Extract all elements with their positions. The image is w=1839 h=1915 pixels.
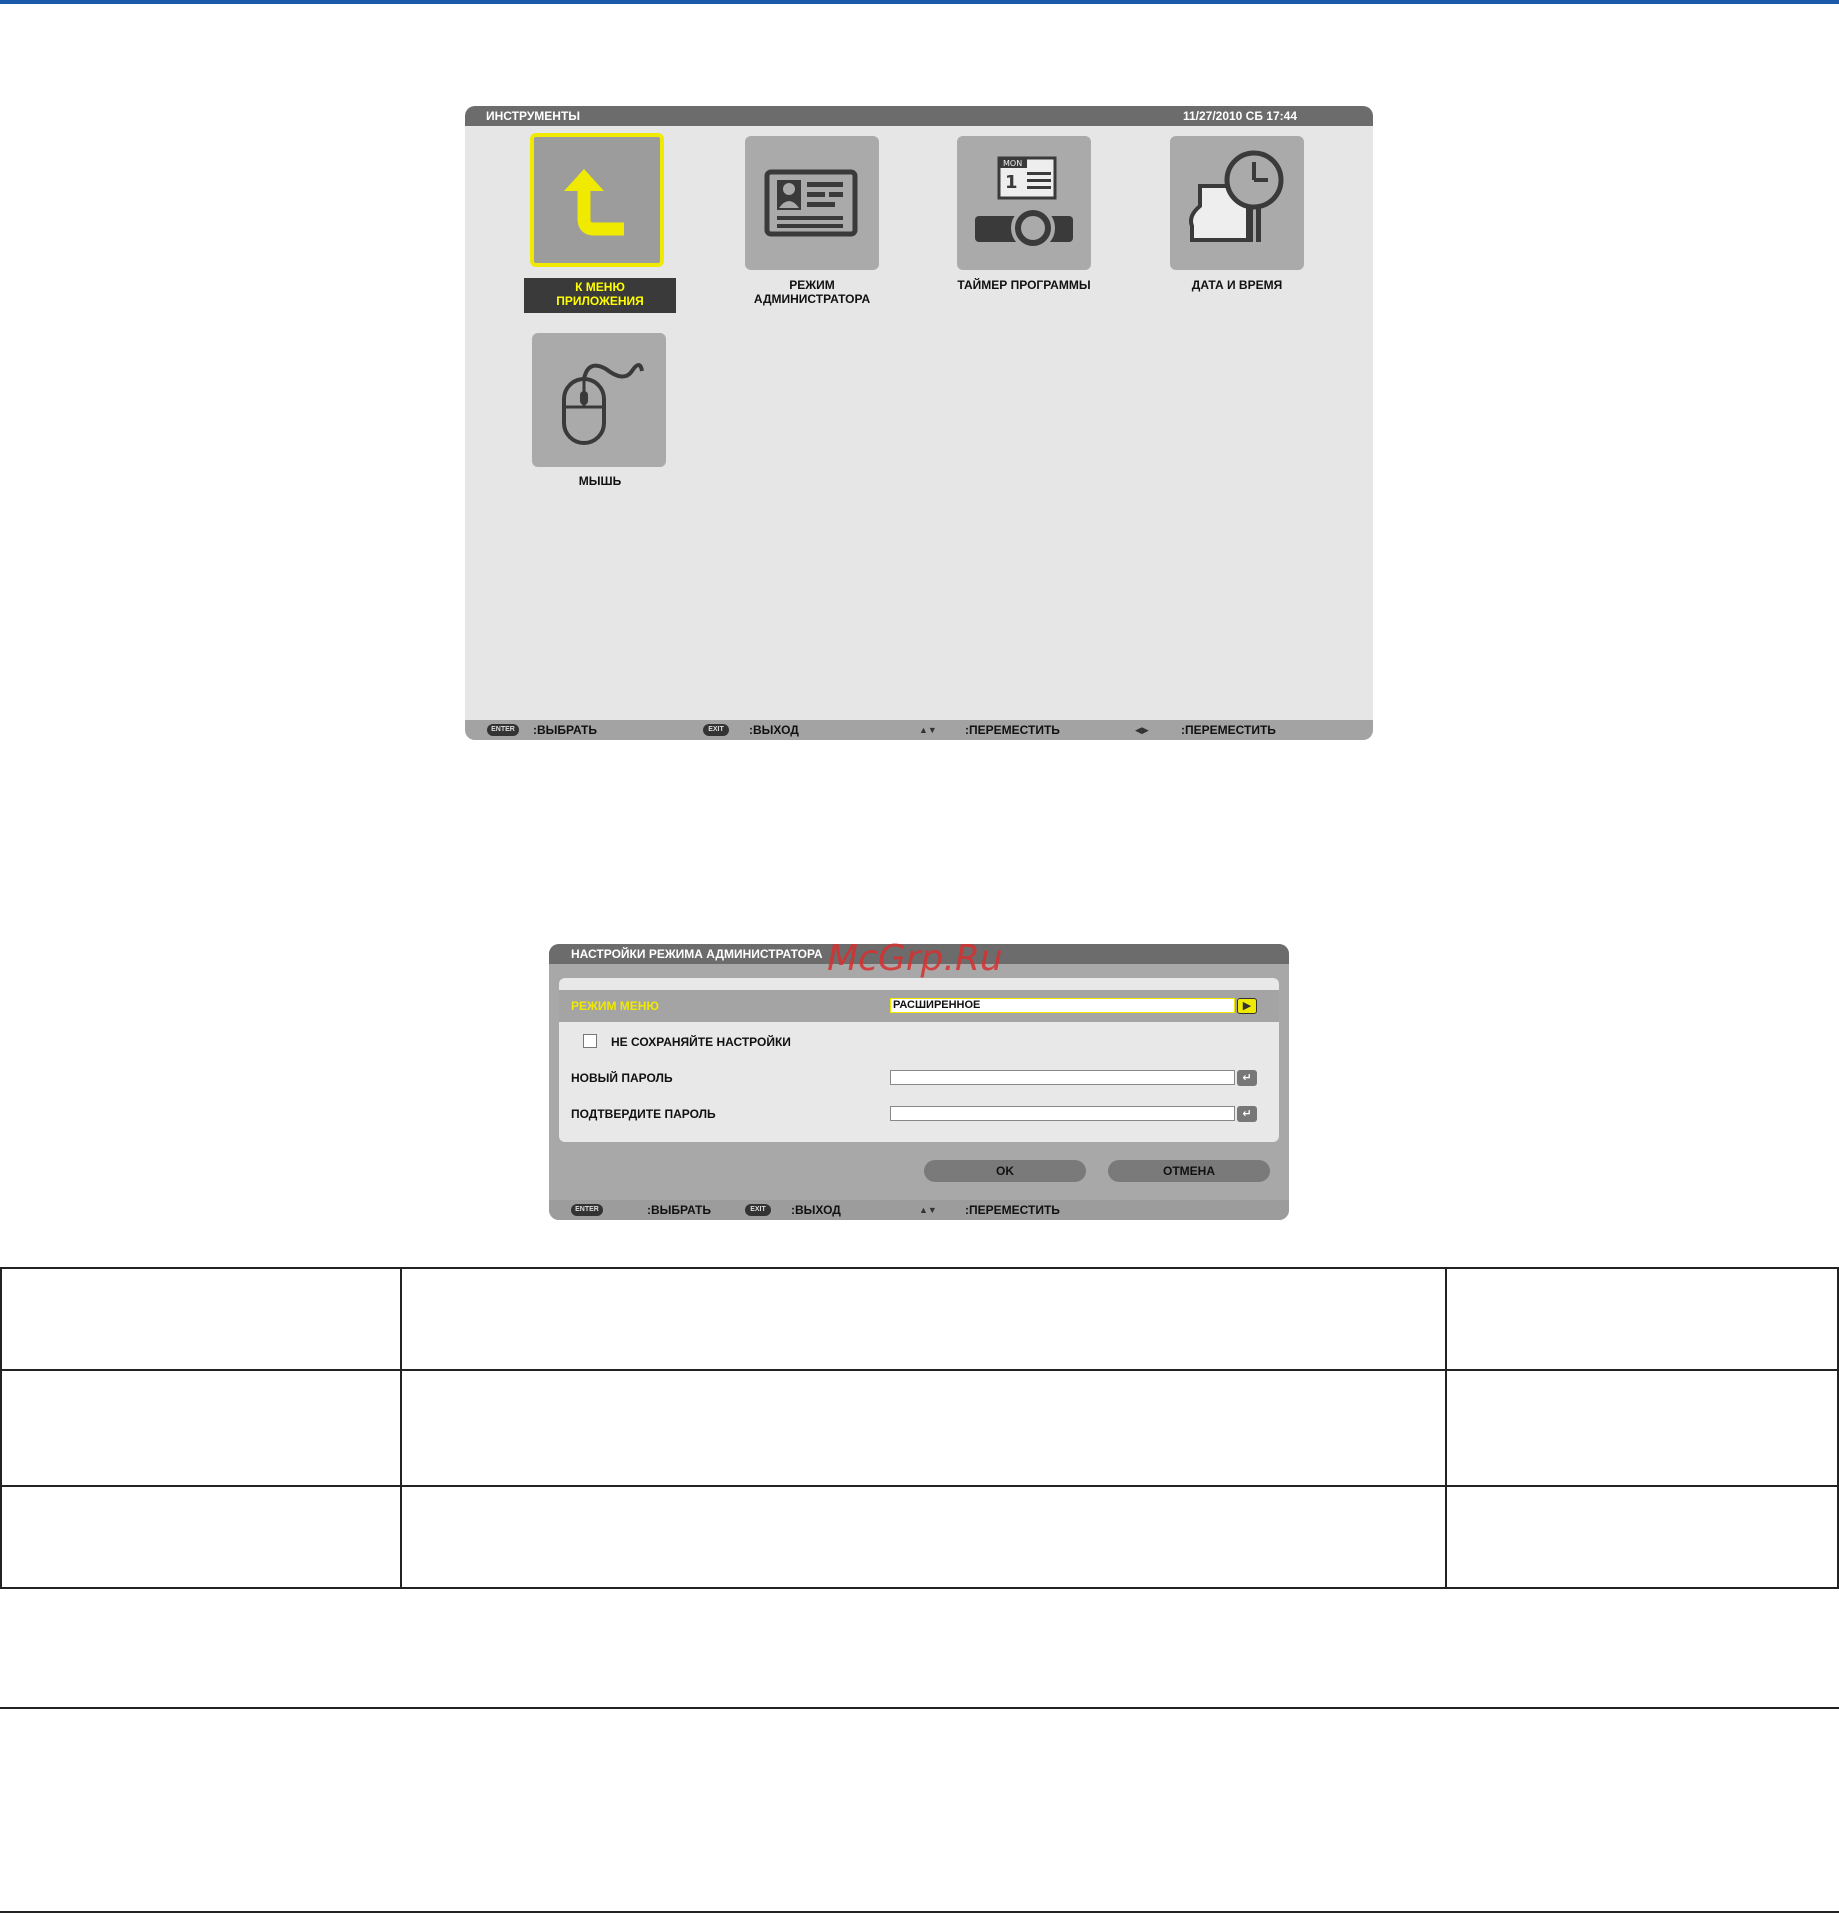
table-row	[0, 1485, 1839, 1589]
footer-move-vertical: :ПЕРЕМЕСТИТЬ	[965, 723, 1060, 737]
label-line: РЕЖИМ	[789, 278, 835, 292]
table-cell	[1445, 1485, 1839, 1589]
new-password-row: НОВЫЙ ПАРОЛЬ ↵	[559, 1062, 1279, 1094]
enter-return-icon[interactable]: ↵	[1237, 1070, 1257, 1086]
table-cell	[1445, 1369, 1839, 1487]
top-rule	[0, 0, 1839, 4]
label-line: ПРИЛОЖЕНИЯ	[556, 294, 644, 308]
table-row	[0, 1369, 1839, 1487]
cancel-button[interactable]: ОТМЕНА	[1108, 1160, 1270, 1182]
confirm-password-field[interactable]	[890, 1106, 1235, 1121]
window-title: ИНСТРУМЕНТЫ	[486, 109, 581, 123]
table-cell	[0, 1485, 402, 1589]
tile-mouse[interactable]	[532, 333, 666, 467]
exit-key-icon: EXIT	[745, 1204, 771, 1216]
table-cell	[1445, 1267, 1839, 1371]
menu-mode-label: РЕЖИМ МЕНЮ	[571, 999, 659, 1013]
dialog-title: НАСТРОЙКИ РЕЖИМА АДМИНИСТРАТОРА	[571, 947, 823, 961]
confirm-password-row: ПОДТВЕРДИТЕ ПАРОЛЬ ↵	[559, 1098, 1279, 1130]
settings-panel: РЕЖИМ МЕНЮ РАСШИРЕННОЕ ▶ НЕ СОХРАНЯЙТЕ Н…	[559, 978, 1279, 1142]
play-right-icon[interactable]: ▶	[1237, 998, 1257, 1014]
confirm-password-label: ПОДТВЕРДИТЕ ПАРОЛЬ	[571, 1107, 716, 1121]
menu-mode-select[interactable]: РАСШИРЕННОЕ	[890, 998, 1235, 1013]
footer-move-horizontal: :ПЕРЕМЕСТИТЬ	[1181, 723, 1276, 737]
leftright-arrows-icon: ◀▶	[1135, 725, 1149, 735]
label-line: ДАТА И ВРЕМЯ	[1191, 278, 1283, 292]
clock-calendar-icon	[1189, 150, 1284, 242]
table-cell	[400, 1267, 1447, 1371]
tile-label-admin-mode: РЕЖИМ АДМИНИСТРАТОРА	[732, 278, 892, 306]
updown-arrows-icon: ▲▼	[919, 725, 937, 735]
watermark-text: McGrp.Ru	[827, 938, 1003, 979]
id-card-icon	[764, 169, 858, 237]
new-password-field[interactable]	[890, 1070, 1235, 1085]
tools-footer: ENTER :ВЫБРАТЬ EXIT :ВЫХОД ▲▼ :ПЕРЕМЕСТИ…	[465, 720, 1373, 740]
tile-date-time[interactable]	[1170, 136, 1304, 270]
tile-label-program-timer: ТАЙМЕР ПРОГРАММЫ	[944, 278, 1104, 292]
table-cell	[0, 1267, 402, 1371]
empty-table	[0, 1267, 1839, 1589]
label-line: МЫШЬ	[578, 474, 622, 488]
new-password-label: НОВЫЙ ПАРОЛЬ	[571, 1071, 673, 1085]
svg-text:MON: MON	[1003, 159, 1022, 168]
tile-program-timer[interactable]: MON 1	[957, 136, 1091, 270]
admin-settings-dialog: НАСТРОЙКИ РЕЖИМА АДМИНИСТРАТОРА РЕЖИМ МЕ…	[549, 944, 1289, 1220]
updown-arrows-icon: ▲▼	[919, 1205, 937, 1215]
table-cell	[400, 1485, 1447, 1589]
tile-label-mouse: МЫШЬ	[520, 474, 680, 488]
label-line: К МЕНЮ	[575, 280, 625, 294]
footer-move-vertical: :ПЕРЕМЕСТИТЬ	[965, 1203, 1060, 1217]
table-row	[0, 1267, 1839, 1371]
tile-label-date-time: ДАТА И ВРЕМЯ	[1157, 278, 1317, 292]
horizontal-rule	[0, 1911, 1839, 1913]
tile-application-menu[interactable]	[530, 133, 664, 267]
label-line: АДМИНИСТРАТОРА	[753, 292, 871, 306]
window-titlebar: ИНСТРУМЕНТЫ 11/27/2010 СБ 17:44	[465, 106, 1373, 126]
dont-save-row[interactable]: НЕ СОХРАНЯЙТЕ НАСТРОЙКИ	[559, 1026, 1279, 1058]
enter-key-icon: ENTER	[571, 1204, 603, 1216]
menu-mode-row[interactable]: РЕЖИМ МЕНЮ РАСШИРЕННОЕ ▶	[559, 990, 1279, 1022]
dont-save-checkbox[interactable]	[583, 1034, 597, 1048]
datetime-display: 11/27/2010 СБ 17:44	[1182, 109, 1297, 123]
calendar-projector-icon: MON 1	[975, 156, 1073, 250]
tile-label-application-menu: К МЕНЮ ПРИЛОЖЕНИЯ	[524, 278, 676, 313]
svg-text:1: 1	[1005, 172, 1018, 193]
enter-key-icon: ENTER	[487, 724, 519, 736]
exit-key-icon: EXIT	[703, 724, 729, 736]
label-line: ТАЙМЕР ПРОГРАММЫ	[957, 278, 1091, 292]
enter-return-icon[interactable]: ↵	[1237, 1106, 1257, 1122]
return-arrow-icon	[564, 169, 624, 236]
footer-exit: :ВЫХОД	[791, 1203, 841, 1217]
tile-admin-mode[interactable]	[745, 136, 879, 270]
mouse-icon	[562, 363, 644, 445]
dont-save-label: НЕ СОХРАНЯЙТЕ НАСТРОЙКИ	[611, 1035, 791, 1049]
horizontal-rule	[0, 1707, 1839, 1709]
table-cell	[400, 1369, 1447, 1487]
footer-exit: :ВЫХОД	[749, 723, 799, 737]
table-cell	[0, 1369, 402, 1487]
dialog-footer: ENTER :ВЫБРАТЬ EXIT :ВЫХОД ▲▼ :ПЕРЕМЕСТИ…	[549, 1200, 1289, 1220]
footer-select: :ВЫБРАТЬ	[647, 1203, 712, 1217]
tools-menu-window: ИНСТРУМЕНТЫ 11/27/2010 СБ 17:44 К МЕНЮ П…	[465, 106, 1373, 740]
footer-select: :ВЫБРАТЬ	[533, 723, 598, 737]
ok-button[interactable]: OK	[924, 1160, 1086, 1182]
